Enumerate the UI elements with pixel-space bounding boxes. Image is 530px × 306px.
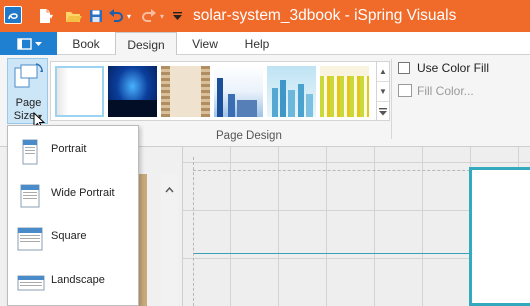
wide-portrait-page-icon bbox=[17, 183, 43, 214]
gallery-scroll: ▲ ▼ bbox=[376, 61, 390, 121]
undo-dropdown-icon[interactable]: ▾ bbox=[125, 7, 133, 25]
gallery-expand-icon[interactable] bbox=[377, 102, 389, 121]
title-bar: ▾ ▾ ▾ solar-system_3dbook - iSpring Visu… bbox=[0, 0, 530, 32]
page-editor-canvas[interactable] bbox=[183, 147, 530, 306]
book-page-frame[interactable] bbox=[469, 167, 530, 306]
menu-item-wide-portrait[interactable]: Wide Portrait bbox=[8, 175, 138, 215]
page-thumbnail[interactable] bbox=[138, 174, 147, 306]
file-menu-button[interactable] bbox=[0, 32, 57, 55]
portrait-page-icon bbox=[17, 139, 43, 170]
theme-thumb-green-stripes[interactable] bbox=[320, 66, 369, 117]
tab-book[interactable]: Book bbox=[64, 32, 108, 55]
page-size-icon bbox=[13, 62, 45, 94]
use-color-fill-label: Use Color Fill bbox=[417, 61, 490, 75]
gallery-scroll-down-icon[interactable]: ▼ bbox=[377, 82, 389, 102]
landscape-page-icon bbox=[17, 270, 45, 301]
tab-view[interactable]: View bbox=[183, 32, 227, 55]
tab-help[interactable]: Help bbox=[235, 32, 279, 55]
redo-icon[interactable] bbox=[141, 7, 157, 25]
redo-dropdown-icon[interactable]: ▾ bbox=[158, 7, 166, 25]
menu-item-square[interactable]: Square bbox=[8, 218, 138, 258]
menu-item-portrait[interactable]: Portrait bbox=[8, 131, 138, 171]
theme-thumb-plain-white[interactable] bbox=[55, 66, 104, 117]
theme-thumb-skyline[interactable] bbox=[267, 66, 316, 117]
open-folder-icon[interactable] bbox=[64, 7, 82, 25]
theme-thumb-beige-pattern[interactable] bbox=[161, 66, 210, 117]
fill-color-swatch[interactable] bbox=[398, 84, 412, 97]
theme-thumb-blue-city[interactable] bbox=[214, 66, 263, 117]
scroll-up-arrow-icon[interactable] bbox=[165, 180, 174, 198]
menu-item-landscape-label: Landscape bbox=[51, 274, 105, 286]
new-dropdown-icon[interactable]: ▾ bbox=[47, 7, 55, 25]
use-color-fill-checkbox[interactable] bbox=[398, 62, 410, 74]
thumbnails-scrollbar[interactable] bbox=[161, 174, 178, 306]
gallery-scroll-up-icon[interactable]: ▲ bbox=[377, 62, 389, 82]
square-page-icon bbox=[17, 226, 43, 257]
menu-item-landscape[interactable]: Landscape bbox=[8, 262, 138, 302]
tab-design[interactable]: Design bbox=[115, 32, 177, 56]
menu-item-portrait-label: Portrait bbox=[51, 143, 87, 155]
page-size-label-line1: Page bbox=[15, 97, 42, 109]
app-logo-icon[interactable] bbox=[4, 6, 22, 24]
page-design-gallery bbox=[50, 61, 378, 121]
fill-color-button[interactable]: Fill Color... bbox=[417, 84, 474, 98]
page-design-group-label: Page Design bbox=[216, 130, 282, 142]
ribbon-tab-bar: Book Design View Help bbox=[0, 32, 530, 56]
ribbon-group-separator bbox=[391, 59, 392, 139]
menu-item-wide-portrait-label: Wide Portrait bbox=[51, 187, 115, 199]
menu-item-square-label: Square bbox=[51, 230, 87, 242]
save-icon[interactable] bbox=[88, 7, 104, 25]
guide-left bbox=[193, 157, 195, 306]
page-size-menu: Portrait Wide Portrait Square Landscape bbox=[7, 125, 139, 306]
window-title: solar-system_3dbook - iSpring Visuals bbox=[193, 7, 457, 24]
undo-icon[interactable] bbox=[108, 7, 124, 25]
customize-dropdown-icon[interactable] bbox=[172, 7, 182, 25]
theme-thumb-dark-blue[interactable] bbox=[108, 66, 157, 117]
